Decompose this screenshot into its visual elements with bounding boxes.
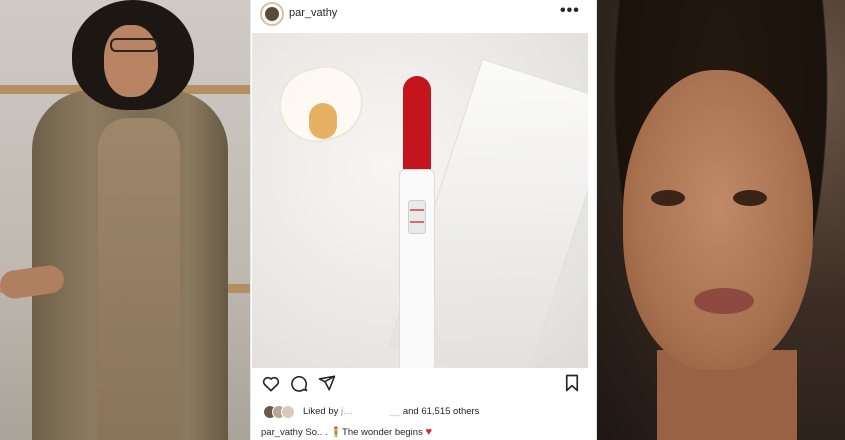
dress [98,118,180,440]
pregnancy-test [399,76,435,368]
post-username[interactable]: par_vathy [289,7,337,19]
right-photo [597,0,845,440]
likes-row: Liked by j… __ and 61,515 others [263,404,593,420]
instagram-post: par_vathy ••• Liked by j… __ and 61,515 … [250,0,597,440]
test-body [399,169,435,368]
test-line [410,209,424,211]
post-caption: par_vathy So.. . 🧍The wonder begins ♥ [261,426,432,438]
eye [733,190,767,206]
heart-emoji-icon: ♥ [425,426,432,438]
post-image[interactable] [252,33,588,368]
test-line [410,221,424,223]
face [104,25,158,97]
mouth [694,288,754,314]
test-cap [403,76,431,173]
heart-icon[interactable] [260,372,282,394]
comment-icon[interactable] [288,372,310,394]
caption-username[interactable]: par_vathy [261,427,303,438]
profile-avatar[interactable] [260,2,284,26]
likes-summary[interactable]: Liked by j… __ and 61,515 others [303,406,479,417]
caption-text: So.. . 🧍The wonder begins [305,427,423,438]
face [623,70,813,370]
likes-count: 61,515 [421,406,451,417]
test-window [408,200,426,234]
liker-avatar[interactable] [281,405,295,419]
left-photo [0,0,250,440]
bookmark-icon[interactable] [561,372,583,394]
more-icon[interactable]: ••• [560,2,580,20]
action-bar [251,372,596,398]
eye [651,190,685,206]
pacifier-nipple [309,103,337,139]
send-icon[interactable] [316,372,338,394]
liked-by-name: j… [341,406,353,417]
glasses [110,38,158,52]
